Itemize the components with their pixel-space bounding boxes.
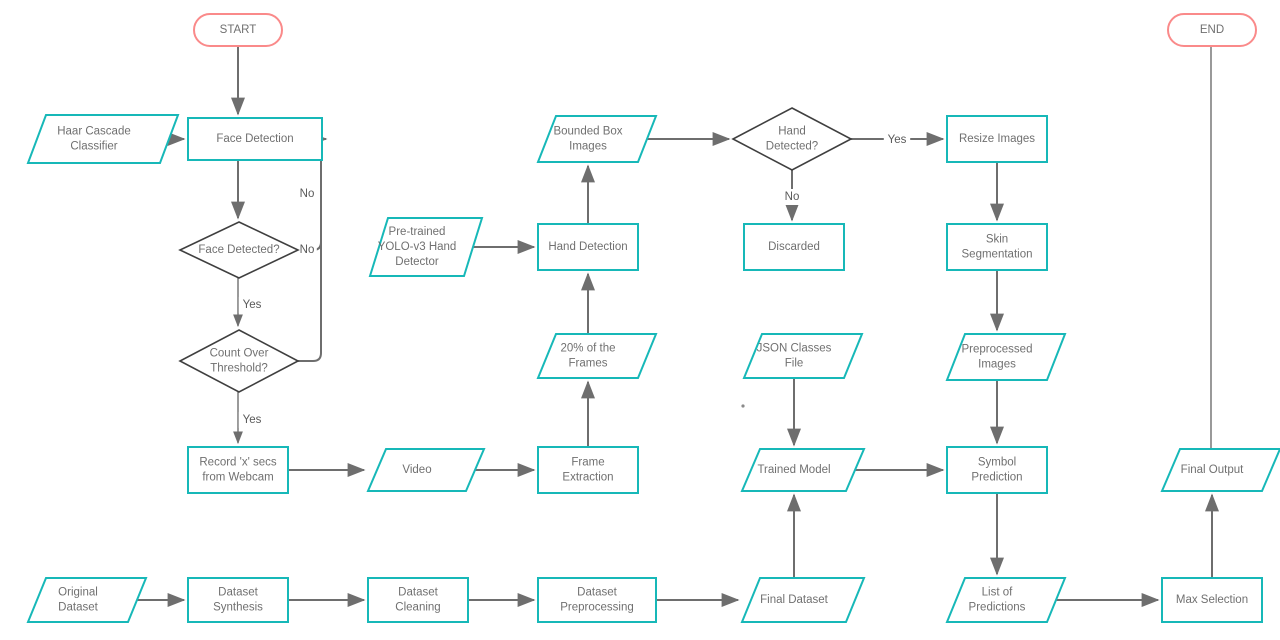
node-label: Hand Detection	[548, 241, 627, 253]
node-label: Max Selection	[1176, 594, 1248, 606]
node-skin_segmentation[interactable]: Skin Segmentation	[946, 223, 1048, 271]
node-original_dataset[interactable]: Original Dataset	[26, 577, 148, 623]
node-video[interactable]: Video	[366, 448, 486, 492]
node-record[interactable]: Record 'x' secs from Webcam	[187, 446, 289, 494]
node-dataset_synthesis[interactable]: Dataset Synthesis	[187, 577, 289, 623]
edge-label: No	[300, 244, 315, 256]
node-json_classes[interactable]: JSON Classes File	[742, 333, 864, 379]
node-hand_detection[interactable]: Hand Detection	[537, 223, 639, 271]
node-count_over[interactable]: Count Over Threshold?	[178, 329, 300, 393]
node-discarded[interactable]: Discarded	[743, 223, 845, 271]
edge-label: Yes	[243, 414, 262, 426]
node-face_detected[interactable]: Face Detected?	[178, 221, 300, 279]
node-twenty_percent[interactable]: 20% of the Frames	[536, 333, 658, 379]
artifacts-layer	[741, 404, 745, 408]
node-label: Final Dataset	[760, 594, 829, 606]
node-shape-process	[946, 223, 1048, 271]
node-shape-parallelogram	[536, 115, 658, 163]
node-label: Discarded	[768, 241, 820, 253]
edge-e-facedet-yes: Yes	[233, 278, 266, 328]
node-preprocessed_images[interactable]: Preprocessed Images	[945, 333, 1067, 381]
node-shape-decision	[178, 329, 300, 393]
node-max_selection[interactable]: Max Selection	[1161, 577, 1263, 623]
node-label: Face Detection	[216, 133, 293, 145]
node-frame_extraction[interactable]: Frame Extraction	[537, 446, 639, 494]
node-shape-parallelogram	[945, 333, 1067, 381]
node-label: Video	[402, 464, 431, 476]
edge-label: Yes	[243, 299, 262, 311]
node-label: Final Output	[1181, 464, 1244, 476]
edge-label: No	[785, 191, 800, 203]
node-label: START	[220, 24, 257, 36]
node-label: Trained Model	[757, 464, 830, 476]
node-label: Face Detected?	[198, 244, 279, 256]
node-bounded_box[interactable]: Bounded Box Images	[536, 115, 658, 163]
edge-e-count-yes: Yes	[233, 392, 266, 445]
edge-label: Yes	[888, 134, 907, 146]
node-shape-process	[187, 446, 289, 494]
node-end[interactable]: END	[1167, 13, 1257, 47]
node-shape-process	[187, 577, 289, 623]
node-shape-parallelogram	[26, 114, 180, 164]
node-label: Resize Images	[959, 133, 1035, 145]
flowchart-canvas: No Yes No Yes Yes No START END Haar Cascade Clas…	[0, 0, 1280, 640]
node-label: END	[1200, 24, 1224, 36]
node-list_predictions[interactable]: List of Predictions	[945, 577, 1067, 623]
node-shape-process	[537, 577, 657, 623]
node-hand_detected[interactable]: Hand Detected?	[731, 107, 853, 171]
edge-e-handdet-yes: Yes	[851, 132, 945, 148]
node-shape-parallelogram	[742, 333, 864, 379]
node-shape-process	[946, 446, 1048, 494]
node-dataset_preprocessing[interactable]: Dataset Preprocessing	[537, 577, 657, 623]
node-dataset_cleaning[interactable]: Dataset Cleaning	[367, 577, 469, 623]
node-face_detection[interactable]: Face Detection	[187, 117, 323, 161]
artifact-dot	[741, 404, 745, 408]
node-shape-process	[537, 446, 639, 494]
flowchart-svg: No Yes No Yes Yes No START END Haar Cascade Clas…	[26, 13, 1280, 623]
nodes-layer: START END Haar Cascade Classifier Face Detec…	[26, 13, 1280, 623]
node-shape-parallelogram	[536, 333, 658, 379]
node-yolo[interactable]: Pre-trained YOLO-v3 Hand Detector	[368, 217, 484, 277]
node-shape-process	[367, 577, 469, 623]
edge-label: No	[300, 188, 315, 200]
edge-e-handdet-no: No	[782, 170, 802, 222]
node-trained_model[interactable]: Trained Model	[740, 448, 866, 492]
node-final_dataset[interactable]: Final Dataset	[740, 577, 866, 623]
node-resize_images[interactable]: Resize Images	[946, 115, 1048, 163]
node-shape-decision	[731, 107, 853, 171]
node-haar[interactable]: Haar Cascade Classifier	[26, 114, 180, 164]
edge-e-count-no: No	[297, 152, 322, 362]
node-shape-parallelogram	[945, 577, 1067, 623]
node-symbol_prediction[interactable]: Symbol Prediction	[946, 446, 1048, 494]
node-start[interactable]: START	[193, 13, 283, 47]
node-shape-parallelogram	[26, 577, 148, 623]
node-final_output[interactable]: Final Output	[1160, 448, 1280, 492]
